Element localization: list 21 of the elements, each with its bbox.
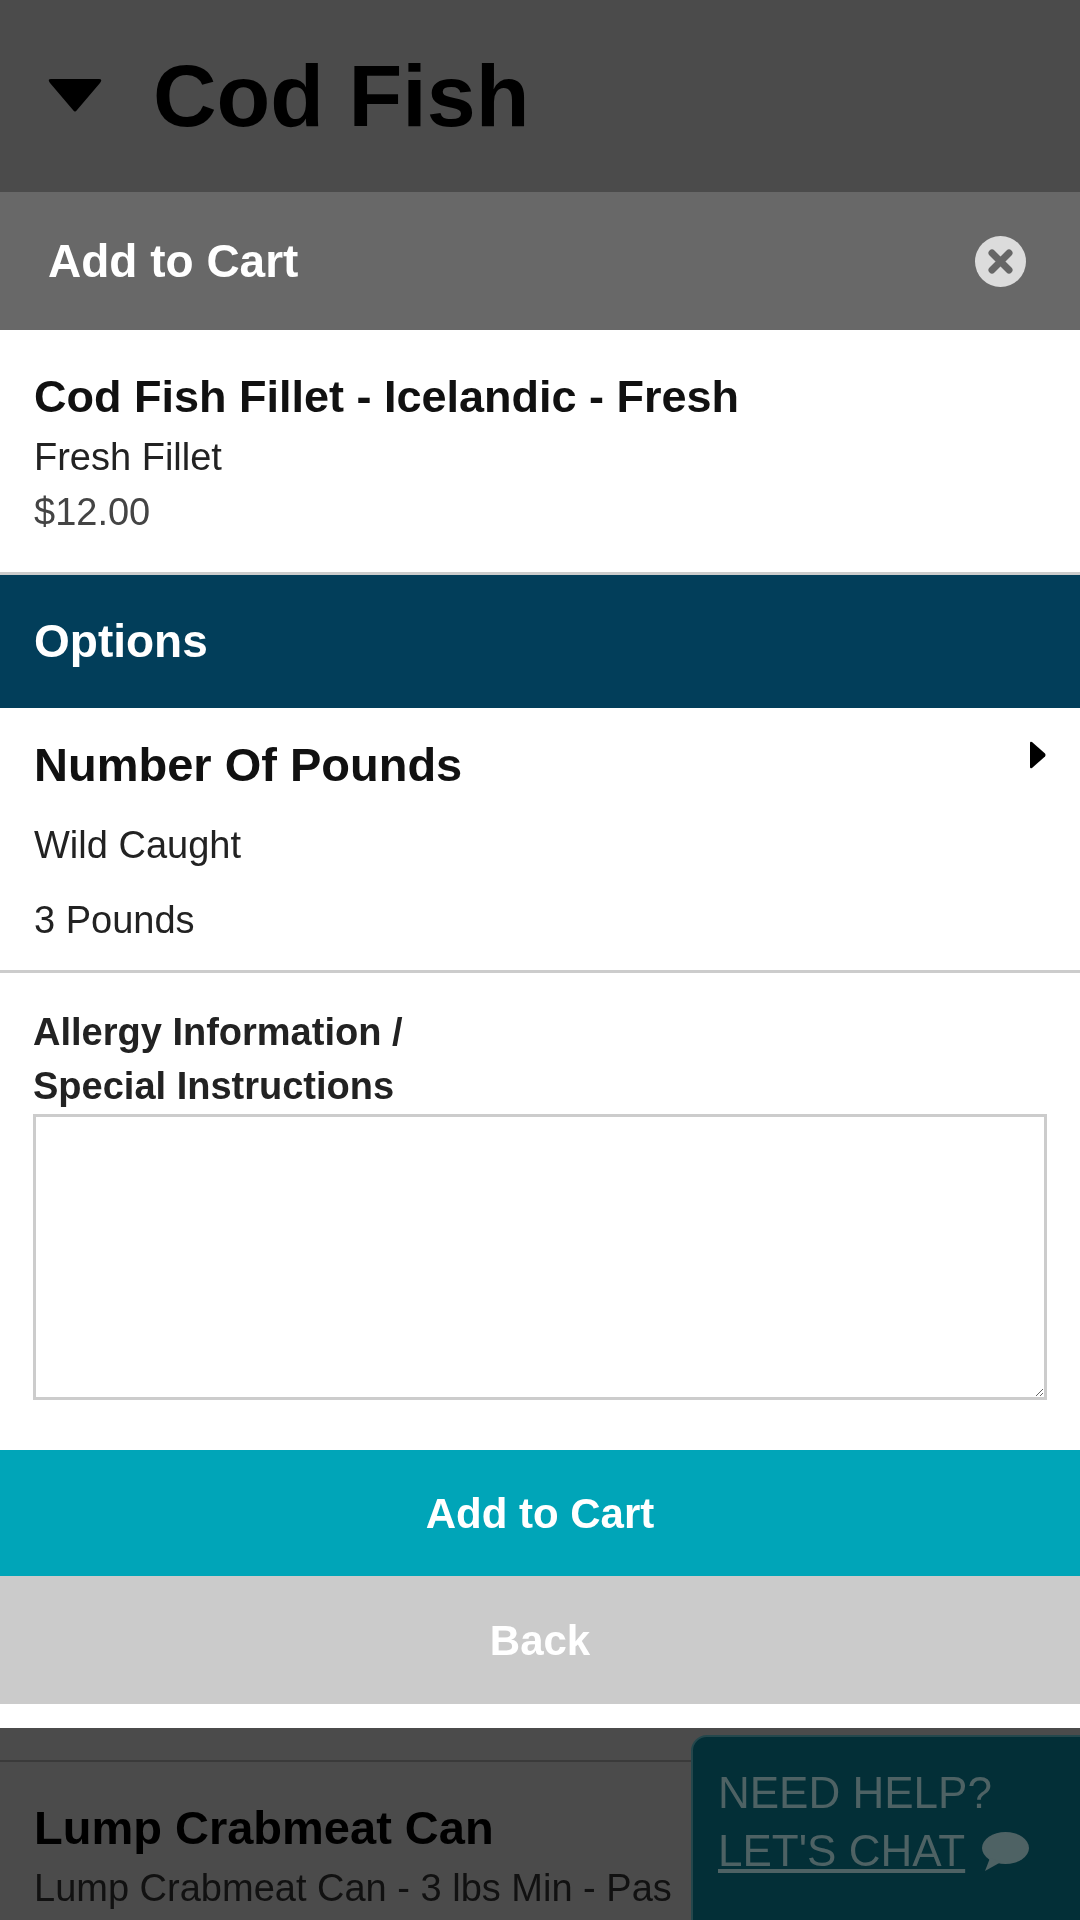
notes-field[interactable] — [33, 1114, 1047, 1400]
speech-bubble-icon — [980, 1830, 1030, 1872]
caret-down-icon[interactable] — [47, 79, 103, 113]
product-list-description: Lump Crabmeat Can - 3 lbs Min - Pas — [34, 1866, 672, 1911]
notes-label: Allergy Information / Special Instructions — [33, 1010, 404, 1109]
option-value: Wild Caught — [34, 823, 241, 868]
chat-link[interactable]: LET'S CHAT — [718, 1823, 966, 1879]
dialog-title: Add to Cart — [48, 238, 299, 284]
chat-prompt: NEED HELP? — [718, 1767, 992, 1819]
product-list-name: Lump Crabmeat Can — [34, 1800, 494, 1856]
caret-right-icon — [1029, 741, 1046, 769]
option-title: Number Of Pounds — [34, 737, 463, 793]
options-heading: Options — [0, 575, 1080, 708]
product-price: $12.00 — [34, 490, 151, 535]
chat-widget[interactable]: NEED HELP? LET'S CHAT — [691, 1735, 1080, 1920]
product-variant: Fresh Fillet — [34, 435, 222, 480]
option-value: 3 Pounds — [34, 898, 195, 943]
section-title: Cod Fish — [153, 52, 530, 140]
product-name: Cod Fish Fillet - Icelandic - Fresh — [34, 370, 740, 424]
add-to-cart-button[interactable]: Add to Cart — [0, 1450, 1080, 1576]
close-icon[interactable] — [975, 235, 1026, 287]
